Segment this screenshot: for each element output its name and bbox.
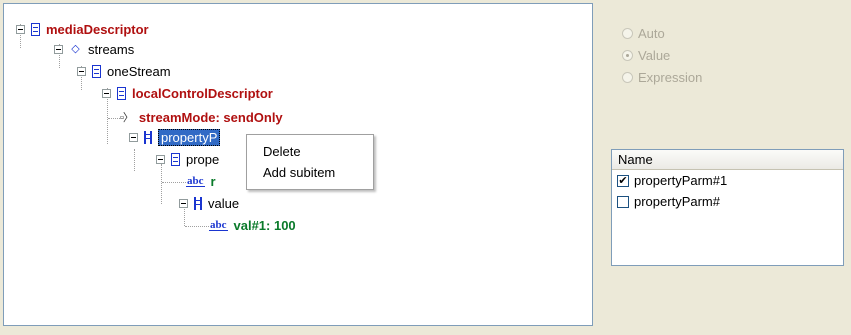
tree-node-label: streams [88,41,135,57]
tree-node-propertyparm[interactable]: propertyP [129,128,221,146]
collapse-icon[interactable] [129,132,138,142]
radio-auto[interactable]: Auto [622,22,702,44]
tree-node-streammode[interactable]: ▫〉 streamMode: sendOnly [120,108,283,126]
tree-connector [162,182,186,183]
list-item[interactable]: ✔ propertyParm#1 [612,170,843,191]
menu-item-add-subitem[interactable]: Add subitem [247,162,373,183]
tree-node-label: streamMode: sendOnly [138,109,283,125]
menu-item-delete[interactable]: Delete [247,141,373,162]
name-list[interactable]: Name ✔ propertyParm#1 propertyParm# [611,149,844,266]
collapse-icon[interactable] [54,44,63,54]
tree-node-mediadescriptor[interactable]: mediaDescriptor [16,20,149,38]
tree-node-value[interactable]: value [179,194,239,212]
struct-icon [171,152,180,166]
radio-value[interactable]: Value [622,44,702,66]
struct-icon [117,86,126,100]
radio-circle[interactable] [622,27,633,39]
tree-connector [108,118,120,119]
radio-circle-checked[interactable] [622,49,633,61]
tree-node-property[interactable]: prope [156,150,219,168]
collapse-icon[interactable] [102,88,111,98]
tree-node-localcontroldescriptor[interactable]: localControlDescriptor [102,84,273,102]
tree-node-val1[interactable]: abc val#1: 100 [209,216,296,234]
radio-label: Expression [638,69,703,85]
tree-node-label-selected: propertyP [158,128,221,146]
radio-expression[interactable]: Expression [622,66,702,88]
list-icon [194,196,202,210]
column-header-name[interactable]: Name [612,150,843,170]
collapse-icon[interactable] [179,198,188,208]
abc-icon: abc [186,174,205,187]
abc-icon: abc [209,218,228,231]
struct-icon [31,22,40,36]
list-item-label: propertyParm#1 [634,173,728,188]
tree-connector [134,149,135,171]
list-item-label: propertyParm# [634,194,720,209]
struct-icon [92,64,101,78]
tree-node-label: localControlDescriptor [132,85,273,101]
tree-node-label: oneStream [107,63,171,79]
radio-circle[interactable] [622,71,633,83]
tree-node-label: val#1: 100 [233,217,296,233]
tree-node-name[interactable]: abc r [186,172,216,190]
tree-connector [161,164,162,204]
tree-node-onestream[interactable]: oneStream [77,62,171,80]
radio-label: Value [638,47,671,63]
checkbox-unchecked[interactable] [617,195,629,208]
tree-connector [185,226,209,227]
radio-label: Auto [638,25,665,41]
tree-node-label: value [208,195,240,211]
tree-node-label: prope [186,151,220,167]
list-icon [144,130,152,144]
mode-radio-group: Auto Value Expression [622,22,702,88]
collapse-icon[interactable] [16,24,25,34]
context-menu: Delete Add subitem [246,134,374,190]
list-item[interactable]: propertyParm# [612,191,843,212]
collapse-icon[interactable] [77,66,86,76]
choice-icon: ◇ [71,42,80,55]
enum-icon: ▫〉 [120,112,134,124]
checkbox-checked[interactable]: ✔ [617,174,629,187]
tree-node-streams[interactable]: ◇ streams [54,40,134,58]
tree-node-label: r [210,173,216,189]
tree-node-label: mediaDescriptor [46,21,149,37]
collapse-icon[interactable] [156,154,165,164]
